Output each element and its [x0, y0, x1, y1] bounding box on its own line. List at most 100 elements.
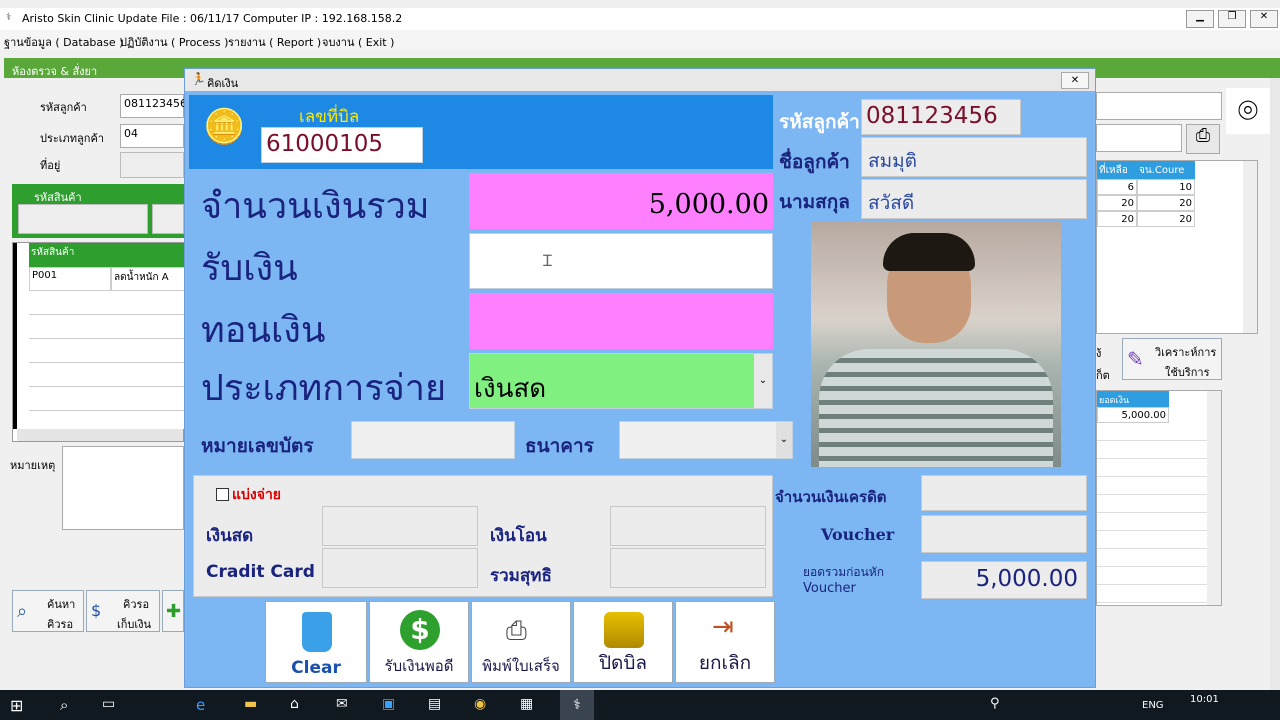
pre-voucher-field[interactable]: 5,000.00 [921, 561, 1087, 599]
course-scrollbar[interactable] [1243, 161, 1257, 333]
print-receipt-label: พิมพ์ใบเสร็จ [482, 657, 560, 675]
analyze-label-1: วิเคราะห์การ [1155, 346, 1217, 359]
tray-people-icon[interactable]: ⚲ [990, 696, 1000, 711]
credit-card-field[interactable] [322, 548, 478, 588]
cancel-label: ยกเลิก [698, 652, 752, 674]
clear-button[interactable]: Clear [265, 601, 367, 683]
transfer-field[interactable] [610, 506, 766, 546]
analyze-left-1: ง้ [1096, 347, 1102, 360]
money-icon: $ [91, 601, 102, 620]
voucher-field[interactable] [921, 515, 1087, 553]
window-titlebar: ⚕ Aristo Skin Clinic Update File : 06/11… [0, 8, 1280, 30]
customer-type-label: ประเภทลูกค้า [40, 132, 104, 145]
search-icon: ⌕ [17, 601, 28, 622]
edge-icon[interactable]: e [196, 696, 205, 714]
dialog-close-button[interactable]: ✕ [1061, 72, 1089, 89]
total-amount-field[interactable]: 5,000.00 [469, 173, 773, 229]
customer-code-dlg-label: รหัสลูกค้า [779, 111, 860, 133]
search-label-2: คิวรอ [47, 618, 74, 631]
close-bill-button[interactable]: ปิดบิล [573, 601, 673, 683]
app-icon: ⚕ [6, 12, 12, 23]
dialog-title: คิดเงิน [207, 77, 239, 90]
analyze-usage-button[interactable]: ✎ วิเคราะห์การ ใช้บริการ [1122, 338, 1222, 380]
right-top-field[interactable] [1096, 92, 1222, 120]
bank-select[interactable]: ⌄ [619, 421, 793, 459]
customer-surname-field[interactable]: สวัสดี [861, 179, 1087, 219]
queue-label-1: คิวรอ [123, 598, 150, 611]
dialog-titlebar: 🏃 คิดเงิน ✕ [185, 69, 1095, 91]
receive-amount-field[interactable] [469, 233, 773, 289]
fingerprint-icon[interactable]: ⌾ [1226, 88, 1270, 134]
add-button[interactable]: ✚ [162, 590, 184, 632]
grid-cell-code[interactable]: P001 [29, 267, 111, 291]
puzzle-icon: ✎ [1127, 347, 1144, 371]
menu-report[interactable]: รายงาน ( Report ) [228, 33, 321, 51]
menu-exit[interactable]: จบงาน ( Exit ) [322, 33, 394, 51]
payment-type-value: เงินสด [474, 374, 547, 404]
store-icon[interactable]: ⌂ [290, 696, 299, 712]
printer-button[interactable]: ⎙ [1186, 124, 1220, 154]
customer-surname-label: นามสกุล [779, 191, 850, 213]
credit-amount-label: จำนวนเงินเครดิต [775, 488, 887, 506]
payment-type-select[interactable]: เงินสด ⌄ [469, 353, 773, 409]
customer-code-field[interactable]: 081123456 [120, 94, 187, 118]
address-field[interactable] [120, 152, 184, 178]
pre-voucher-label-1: ยอดรวมก่อนหัก [803, 565, 884, 579]
customer-type-field[interactable]: 04 [120, 124, 184, 148]
folder-icon[interactable]: ▬ [244, 696, 257, 712]
windows-start-icon[interactable]: ⊞ [10, 696, 23, 715]
exact-payment-button[interactable]: $ รับเงินพอดี [369, 601, 469, 683]
print-receipt-button[interactable]: ⎙ พิมพ์ใบเสร็จ [471, 601, 571, 683]
mail-icon[interactable]: ✉ [336, 696, 348, 712]
menu-process[interactable]: ปฏิบัติงาน ( Process ) [120, 33, 228, 51]
close-button[interactable]: ✕ [1250, 10, 1278, 28]
grid-scrollbar[interactable] [17, 429, 183, 441]
app2-taskbar-icon[interactable]: ▤ [428, 696, 441, 712]
change-label: ทอนเงิน [201, 310, 326, 351]
app-taskbar-icon[interactable]: ▣ [382, 696, 395, 712]
customer-code-dlg-field[interactable]: 081123456 [861, 99, 1021, 135]
cash-label: เงินสด [206, 526, 254, 546]
coins-icon: 🪙 [203, 107, 246, 147]
product-code-panel: รหัสสินค้า [12, 184, 184, 238]
chrome-icon[interactable]: ◉ [474, 696, 486, 712]
customer-code-label: รหัสลูกค้า [40, 101, 87, 114]
course-row-1-total: 10 [1137, 179, 1195, 195]
credit-amount-field[interactable] [921, 475, 1087, 511]
balance-scrollbar[interactable] [1207, 391, 1221, 605]
bank-chevron-down-icon[interactable]: ⌄ [776, 422, 792, 458]
card-number-field[interactable] [351, 421, 515, 459]
tray-clock[interactable]: 10:01 [1190, 694, 1219, 705]
minimize-button[interactable]: ▁ [1186, 10, 1214, 28]
search-queue-button[interactable]: ⌕ ค้นหา คิวรอ [12, 590, 84, 632]
customer-name-label: ชื่อลูกค้า [779, 151, 850, 173]
tray-lang[interactable]: ENG [1142, 700, 1164, 711]
split-payment-checkbox[interactable] [216, 488, 229, 501]
outer-scrollbar[interactable] [1270, 78, 1280, 690]
cancel-button[interactable]: ⇥ ยกเลิก [675, 601, 775, 683]
customer-name-field[interactable]: สมมุติ [861, 137, 1087, 177]
net-total-field[interactable] [610, 548, 766, 588]
grid-cell-name[interactable]: ลดน้ำหนัก A [111, 267, 185, 291]
maximize-button[interactable]: ❐ [1218, 10, 1246, 28]
menu-database[interactable]: ฐานข้อมูล ( Database ) [4, 33, 123, 51]
analyze-label-2: ใช้บริการ [1165, 366, 1210, 379]
product-code-input[interactable] [18, 204, 148, 234]
bill-no-field[interactable]: 61000105 [261, 127, 423, 163]
queue-payment-button[interactable]: $ คิวรอ เก็บเงิน [86, 590, 160, 632]
remark-field[interactable] [62, 446, 184, 530]
product-name-input[interactable] [152, 204, 184, 234]
trash-icon [302, 612, 332, 652]
active-app-taskbar-icon[interactable]: ⚕ [560, 690, 594, 720]
app3-taskbar-icon[interactable]: ▦ [520, 696, 533, 712]
total-label: จำนวนเงินรวม [201, 186, 430, 227]
section-title: ห้องตรวจ & สั่งยา [12, 65, 98, 78]
photo-hair [883, 233, 975, 271]
cash-field[interactable] [322, 506, 478, 546]
search-taskbar-icon[interactable]: ⌕ [60, 696, 68, 714]
right-second-field[interactable] [1096, 124, 1182, 152]
task-view-icon[interactable]: ▭ [102, 696, 115, 712]
chevron-down-icon[interactable]: ⌄ [754, 354, 772, 408]
change-amount-field[interactable] [469, 293, 773, 349]
split-payment-label: แบ่งจ่าย [232, 487, 282, 503]
